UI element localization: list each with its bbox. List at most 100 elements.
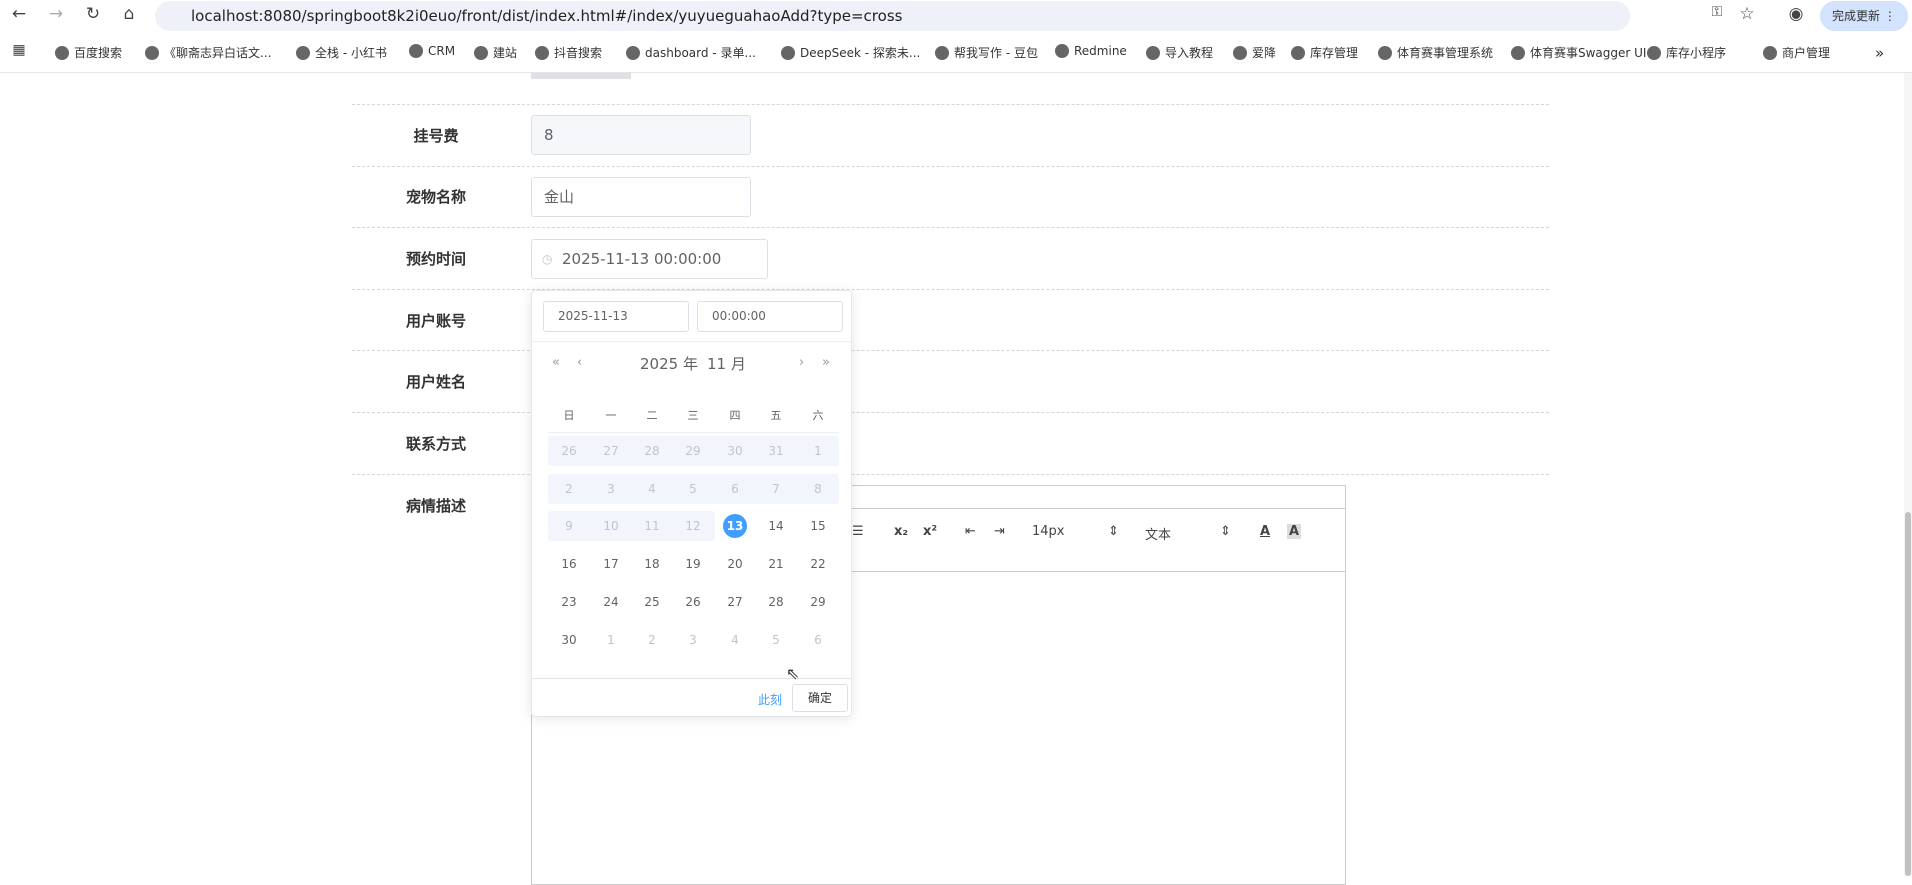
font-select[interactable]: 文本 <box>1145 524 1171 543</box>
outdent-icon[interactable]: ⇤ <box>965 524 976 539</box>
bookmark-item[interactable]: 体育赛事管理系统 <box>1378 44 1493 61</box>
calendar-day-selected[interactable]: 13 <box>720 511 750 541</box>
weekday-label: 二 <box>646 409 658 422</box>
prev-month-button[interactable]: ‹ <box>577 355 582 370</box>
bookmark-label: Redmine <box>1074 44 1127 58</box>
bookmark-item[interactable]: 抖音搜索 <box>535 44 602 61</box>
time-label: 预约时间 <box>405 250 466 268</box>
bookmark-item[interactable]: 库存小程序 <box>1647 44 1726 61</box>
calendar-day[interactable]: 24 <box>596 587 626 617</box>
bookmark-item[interactable]: Redmine <box>1055 44 1127 58</box>
calendar-day[interactable]: 2 <box>637 625 667 655</box>
account-label: 用户账号 <box>405 312 466 330</box>
month-label[interactable]: 11 月 <box>707 353 746 374</box>
calendar-day[interactable]: 14 <box>761 511 791 541</box>
indent-icon[interactable]: ⇥ <box>994 524 1005 539</box>
bookmark-icon <box>296 45 310 60</box>
bookmark-item[interactable]: 百度搜索 <box>55 44 122 61</box>
key-icon[interactable]: ⚿ <box>1706 4 1728 20</box>
year-label[interactable]: 2025 年 <box>640 353 698 374</box>
font-arrow-icon[interactable]: ⇕ <box>1220 524 1231 539</box>
calendar-day[interactable]: 3 <box>678 625 708 655</box>
calendar-day[interactable]: 15 <box>803 511 833 541</box>
next-month-button[interactable]: › <box>799 355 804 370</box>
calendar-day[interactable]: 25 <box>637 587 667 617</box>
bookmark-item[interactable]: 爱降 <box>1233 44 1276 61</box>
bookmark-label: 帮我写作 - 豆包 <box>954 46 1038 60</box>
calendar-day[interactable]: 16 <box>554 549 584 579</box>
calendar-day[interactable]: 26 <box>678 587 708 617</box>
bookmark-item[interactable]: dashboard - 录单... <box>626 44 756 61</box>
bookmark-item[interactable]: 体育赛事Swagger UI <box>1511 44 1646 61</box>
font-color-icon[interactable]: A <box>1260 524 1270 539</box>
scrollbar-thumb[interactable] <box>1905 512 1911 876</box>
bookmark-item[interactable]: 导入教程 <box>1146 44 1213 61</box>
bookmark-item[interactable]: 建站 <box>474 44 517 61</box>
scrollbar[interactable] <box>1904 73 1912 876</box>
calendar-day[interactable]: 18 <box>637 549 667 579</box>
pet-label: 宠物名称 <box>405 188 466 206</box>
apps-icon[interactable]: ▦ <box>8 42 30 58</box>
subscript-button[interactable]: x₂ <box>894 524 908 539</box>
calendar-day[interactable]: 5 <box>761 625 791 655</box>
calendar-day[interactable]: 6 <box>803 625 833 655</box>
bookmark-item[interactable]: CRM <box>409 44 455 58</box>
calendar-day: 31 <box>761 436 791 466</box>
forward-icon[interactable]: → <box>45 4 67 24</box>
bookmark-item[interactable]: 商户管理 <box>1763 44 1830 61</box>
bookmark-item[interactable]: 库存管理 <box>1291 44 1358 61</box>
calendar-day[interactable]: 19 <box>678 549 708 579</box>
bookmark-icon <box>626 45 640 60</box>
bookmark-item[interactable]: 帮我写作 - 豆包 <box>935 44 1038 61</box>
image-preview <box>531 73 631 79</box>
star-icon[interactable]: ☆ <box>1736 4 1758 24</box>
calendar-day: 29 <box>678 436 708 466</box>
bookmark-item[interactable]: 《聊斋志异白话文... <box>145 44 271 61</box>
day-number: 5 <box>772 633 780 647</box>
home-icon[interactable]: ⌂ <box>118 4 140 24</box>
bookmark-item[interactable]: 全栈 - 小红书 <box>296 44 387 61</box>
calendar-day[interactable]: 23 <box>554 587 584 617</box>
calendar-day[interactable]: 4 <box>720 625 750 655</box>
divider <box>352 227 1549 228</box>
background-color-icon[interactable]: A <box>1287 524 1302 539</box>
prev-year-button[interactable]: « <box>552 355 560 370</box>
bookmark-item[interactable]: DeepSeek - 探索未... <box>781 44 920 61</box>
day-number: 23 <box>561 595 577 609</box>
browser-chrome: ← → ↻ ⌂ localhost:8080/springboot8k2i0eu… <box>0 0 1912 73</box>
back-icon[interactable]: ← <box>8 4 30 24</box>
update-button[interactable]: 完成更新 ⋮ <box>1820 1 1908 31</box>
appointment-time-input[interactable]: ◷ 2025-11-13 00:00:00 <box>531 239 768 279</box>
calendar-day: 9 <box>554 511 584 541</box>
now-button[interactable]: 此刻 <box>758 691 782 708</box>
next-year-button[interactable]: » <box>822 355 830 370</box>
superscript-button[interactable]: x² <box>923 524 937 539</box>
day-number: 4 <box>731 633 739 647</box>
confirm-button[interactable]: 确定 <box>792 684 848 712</box>
calendar-day[interactable]: 28 <box>761 587 791 617</box>
day-number: 6 <box>814 633 822 647</box>
pet-name-input[interactable]: 金山 <box>531 177 751 217</box>
address-bar[interactable]: localhost:8080/springboot8k2i0euo/front/… <box>155 1 1630 31</box>
day-number: 25 <box>644 595 660 609</box>
list-icon[interactable]: ☰ <box>852 524 864 539</box>
font-size-arrow-icon[interactable]: ⇕ <box>1108 524 1119 539</box>
calendar-day[interactable]: 17 <box>596 549 626 579</box>
font-size-select[interactable]: 14px <box>1032 524 1065 539</box>
profile-icon[interactable]: ◉ <box>1785 4 1807 24</box>
calendar-day[interactable]: 20 <box>720 549 750 579</box>
picker-date-input[interactable]: 2025-11-13 <box>543 301 689 332</box>
calendar-day[interactable]: 27 <box>720 587 750 617</box>
calendar-day[interactable]: 21 <box>761 549 791 579</box>
divider <box>532 678 851 679</box>
fee-input[interactable]: 8 <box>531 115 751 155</box>
bookmark-label: 抖音搜索 <box>554 46 603 60</box>
reload-icon[interactable]: ↻ <box>82 4 104 24</box>
calendar-day[interactable]: 30 <box>554 625 584 655</box>
more-bookmarks[interactable]: » <box>1875 44 1884 62</box>
calendar-day[interactable]: 1 <box>596 625 626 655</box>
calendar-day[interactable]: 29 <box>803 587 833 617</box>
calendar-day: 11 <box>637 511 667 541</box>
calendar-day[interactable]: 22 <box>803 549 833 579</box>
picker-time-input[interactable]: 00:00:00 <box>697 301 843 332</box>
